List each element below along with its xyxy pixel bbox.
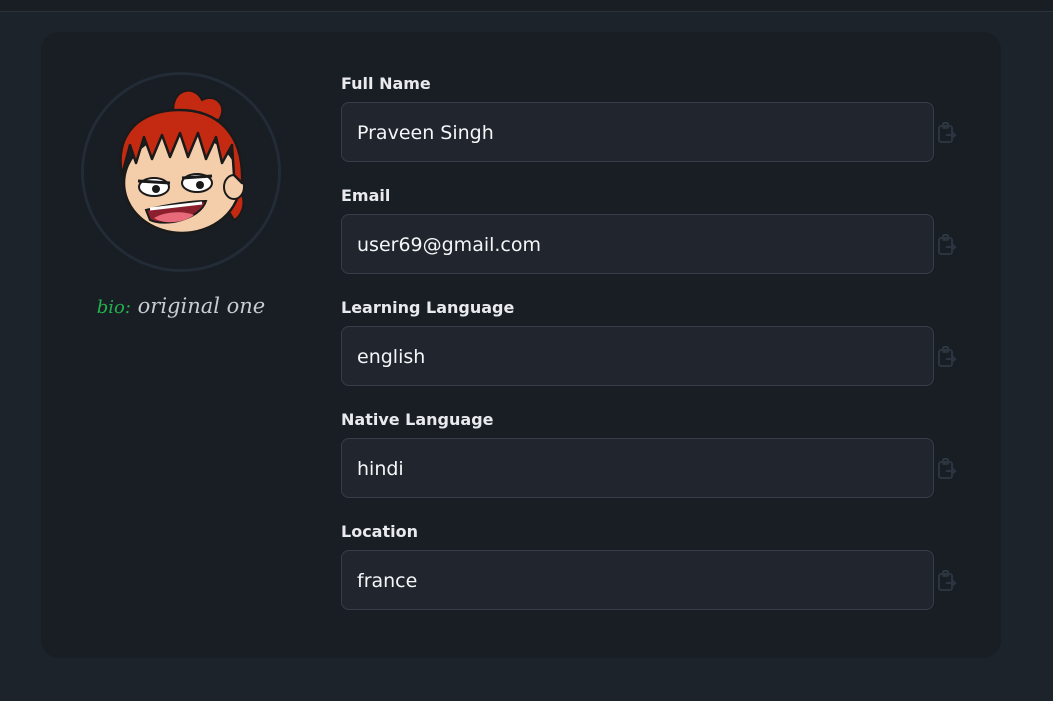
location-field[interactable]: france [341, 550, 934, 610]
clipboard-copy-icon[interactable] [937, 458, 957, 480]
profile-card: bio: original one Full Name Praveen Sing… [41, 32, 1001, 658]
bio-label: bio: [96, 297, 131, 318]
top-bar [0, 0, 1053, 12]
bio-value: original one [137, 294, 266, 318]
email-field[interactable]: user69@gmail.com [341, 214, 934, 274]
full-name-field[interactable]: Praveen Singh [341, 102, 934, 162]
native-language-label: Native Language [341, 410, 494, 429]
clipboard-copy-icon[interactable] [937, 570, 957, 592]
avatar [81, 72, 281, 272]
location-label: Location [341, 522, 418, 541]
clipboard-copy-icon[interactable] [937, 234, 957, 256]
learning-language-label: Learning Language [341, 298, 515, 317]
cartoon-avatar-icon [84, 75, 278, 269]
native-language-field[interactable]: hindi [341, 438, 934, 498]
bio-text: bio: original one [41, 294, 321, 318]
learning-language-field[interactable]: english [341, 326, 934, 386]
full-name-label: Full Name [341, 74, 431, 93]
clipboard-copy-icon[interactable] [937, 122, 957, 144]
email-label: Email [341, 186, 391, 205]
clipboard-copy-icon[interactable] [937, 346, 957, 368]
